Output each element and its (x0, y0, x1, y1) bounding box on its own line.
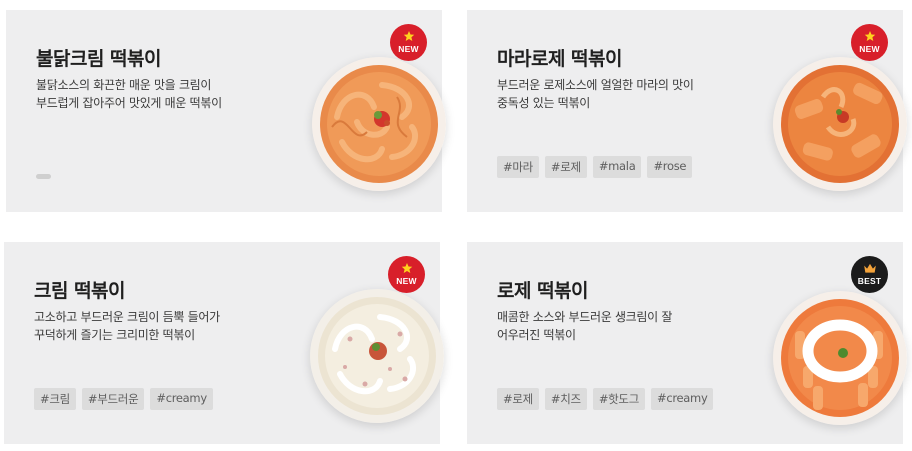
tag-list: #로제 #치즈 #핫도그 #creamy (497, 388, 714, 410)
tag[interactable]: #로제 (544, 156, 587, 178)
star-icon (390, 30, 427, 43)
menu-card-rose[interactable]: 로제 떡볶이 매콤한 소스와 부드러운 생크림이 잘 어우러진 떡볶이 #로제 … (467, 242, 907, 444)
tag-list: #마라 #로제 #mala #rose (497, 156, 693, 178)
dish-image (773, 57, 907, 191)
dish-image (312, 57, 446, 191)
badge-label: NEW (398, 44, 419, 54)
tag[interactable]: #치즈 (544, 388, 587, 410)
new-badge: NEW (390, 24, 427, 61)
tag[interactable]: #부드러운 (81, 388, 145, 410)
dish-image (310, 289, 444, 423)
badge-label: NEW (396, 276, 417, 286)
menu-card-cream[interactable]: 크림 떡볶이 고소하고 부드러운 크림이 듬뿍 들어가 꾸덕하게 즐기는 크리미… (4, 242, 444, 444)
card-description: 매콤한 소스와 부드러운 생크림이 잘 어우러진 떡볶이 (497, 310, 673, 342)
card-title: 불닭크림 떡볶이 (36, 48, 161, 70)
tag[interactable]: #크림 (34, 388, 76, 410)
card-title: 크림 떡볶이 (34, 280, 126, 302)
menu-card-mala-rose[interactable]: 마라로제 떡볶이 부드러운 로제소스에 얼얼한 마라의 맛이 중독성 있는 떡볶… (467, 10, 907, 212)
crown-icon (851, 262, 888, 275)
tag[interactable]: #mala (592, 156, 642, 178)
card-description: 고소하고 부드러운 크림이 듬뿍 들어가 꾸덕하게 즐기는 크리미한 떡볶이 (34, 310, 220, 342)
tag[interactable]: #creamy (651, 388, 714, 410)
card-description: 불닭소스의 화끈한 매운 맛을 크림이 부드럽게 잡아주어 맛있게 매운 떡볶이 (36, 78, 222, 110)
tag[interactable]: #로제 (497, 388, 539, 410)
card-description: 부드러운 로제소스에 얼얼한 마라의 맛이 중독성 있는 떡볶이 (497, 78, 694, 110)
pager-indicator (36, 174, 51, 179)
card-title: 마라로제 떡볶이 (497, 48, 622, 70)
best-badge: BEST (851, 256, 888, 293)
dish-image (773, 291, 907, 425)
tag[interactable]: #마라 (497, 156, 539, 178)
tag-list: #크림 #부드러운 #creamy (34, 388, 213, 410)
new-badge: NEW (388, 256, 425, 293)
new-badge: NEW (851, 24, 888, 61)
badge-label: BEST (857, 276, 882, 286)
tag[interactable]: #creamy (150, 388, 213, 410)
star-icon (851, 30, 888, 43)
badge-label: NEW (859, 44, 880, 54)
star-icon (388, 262, 425, 275)
tag[interactable]: #rose (647, 156, 693, 178)
card-title: 로제 떡볶이 (497, 280, 589, 302)
menu-card-bulldak-cream[interactable]: 불닭크림 떡볶이 불닭소스의 화끈한 매운 맛을 크림이 부드럽게 잡아주어 맛… (6, 10, 446, 212)
tag[interactable]: #핫도그 (592, 388, 645, 410)
